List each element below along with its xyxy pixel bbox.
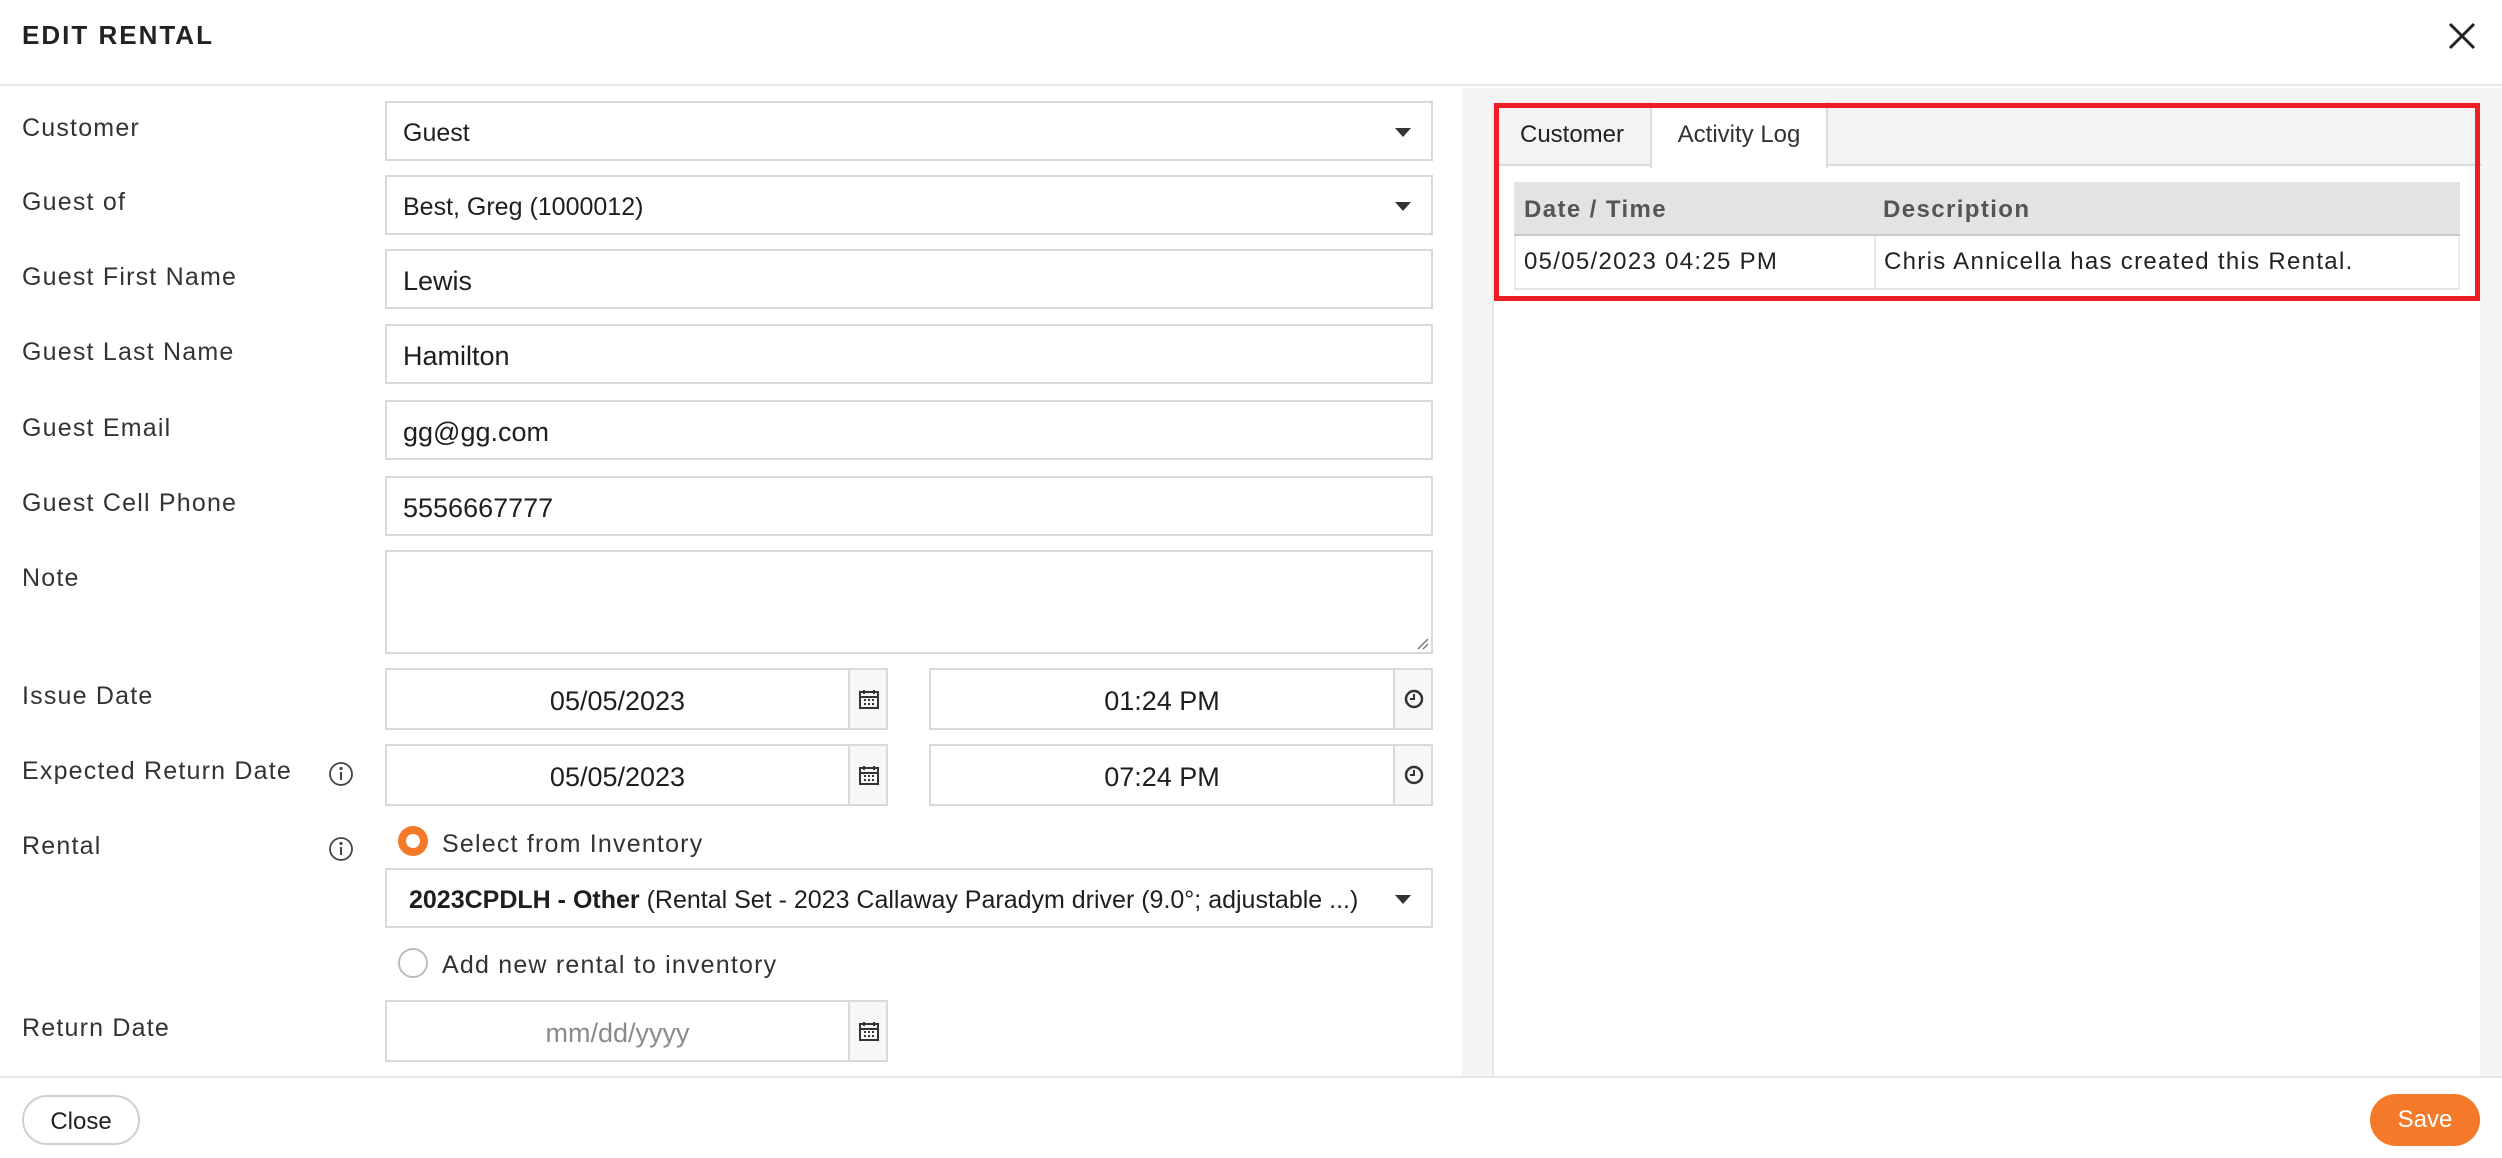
phone-label: Guest Cell Phone	[22, 489, 238, 517]
calendar-icon	[859, 766, 879, 785]
tab-customer[interactable]: Customer	[1494, 102, 1650, 166]
customer-select[interactable]: Guest	[385, 101, 1433, 161]
save-button[interactable]: Save	[2370, 1094, 2480, 1146]
expected-return-date-value: 05/05/2023	[549, 762, 686, 792]
expected-return-time-input[interactable]: 07:24 PM	[929, 744, 1433, 806]
last-name-input[interactable]: Hamilton	[385, 324, 1433, 384]
column-header-datetime: Date / Time	[1524, 196, 1668, 223]
radio-add-new-rental[interactable]	[398, 948, 428, 978]
chevron-down-icon	[1395, 202, 1411, 211]
email-label: Guest Email	[22, 414, 172, 442]
rental-item-select[interactable]: 2023CPDLH - Other (Rental Set - 2023 Cal…	[385, 868, 1433, 928]
column-header-description: Description	[1883, 196, 2031, 223]
radio-select-from-inventory[interactable]	[398, 826, 428, 856]
resize-handle-icon[interactable]	[1415, 636, 1429, 650]
expected-return-time-value: 07:24 PM	[1104, 762, 1220, 792]
issue-date-input[interactable]: 05/05/2023	[385, 668, 888, 730]
clock-icon	[1404, 689, 1424, 709]
note-label: Note	[22, 564, 80, 592]
return-date-placeholder: mm/dd/yyyy	[545, 1018, 690, 1048]
page-title: EDIT RENTAL	[22, 20, 214, 50]
radio-add-new-rental-label: Add new rental to inventory	[442, 951, 778, 979]
info-icon[interactable]	[327, 835, 355, 863]
guest-of-select-value: Best, Greg (1000012)	[403, 193, 644, 221]
note-textarea[interactable]	[385, 550, 1433, 654]
last-name-value: Hamilton	[403, 341, 510, 371]
first-name-label: Guest First Name	[22, 263, 238, 291]
email-input[interactable]: gg@gg.com	[385, 400, 1433, 460]
chevron-down-icon	[1395, 895, 1411, 904]
phone-value: 5556667777	[403, 493, 554, 523]
close-button[interactable]: Close	[22, 1095, 140, 1145]
activity-log-table: Date / Time Description 05/05/2023 04:25…	[1514, 182, 2460, 290]
modal-footer: Close Save	[0, 1076, 2502, 1158]
rental-form: Customer Guest Guest of Best, Greg (1000…	[0, 88, 1462, 1078]
customer-select-value: Guest	[403, 119, 470, 147]
first-name-value: Lewis	[403, 266, 473, 296]
calendar-button[interactable]	[848, 670, 886, 728]
calendar-button[interactable]	[848, 746, 886, 804]
table-row: 05/05/2023 04:25 PM Chris Annicella has …	[1514, 236, 2460, 290]
clock-button[interactable]	[1393, 670, 1431, 728]
guest-of-label: Guest of	[22, 188, 127, 216]
rental-item-value: 2023CPDLH - Other (Rental Set - 2023 Cal…	[409, 886, 1358, 915]
tab-activity-log[interactable]: Activity Log	[1650, 102, 1828, 168]
rental-label: Rental	[22, 832, 102, 860]
info-icon[interactable]	[327, 760, 355, 788]
issue-date-value: 05/05/2023	[549, 686, 686, 716]
modal-header: EDIT RENTAL	[0, 0, 2502, 86]
row-description: Chris Annicella has created this Rental.	[1884, 248, 2354, 275]
row-datetime: 05/05/2023 04:25 PM	[1524, 248, 1779, 275]
clock-icon	[1404, 765, 1424, 785]
email-value: gg@gg.com	[403, 417, 549, 447]
issue-time-input[interactable]: 01:24 PM	[929, 668, 1433, 730]
calendar-icon	[859, 690, 879, 709]
issue-date-label: Issue Date	[22, 682, 154, 710]
customer-label: Customer	[22, 114, 140, 142]
expected-return-label: Expected Return Date	[22, 757, 292, 785]
activity-panel: Customer Activity Log Date / Time Descri…	[1492, 102, 2482, 1078]
last-name-label: Guest Last Name	[22, 338, 235, 366]
clock-button[interactable]	[1393, 746, 1431, 804]
table-header: Date / Time Description	[1514, 182, 2460, 236]
return-date-input[interactable]: mm/dd/yyyy	[385, 1000, 888, 1062]
close-icon[interactable]	[2444, 18, 2480, 54]
radio-select-from-inventory-label: Select from Inventory	[442, 830, 704, 858]
phone-input[interactable]: 5556667777	[385, 476, 1433, 536]
issue-time-value: 01:24 PM	[1104, 686, 1220, 716]
chevron-down-icon	[1395, 128, 1411, 137]
side-panel: Customer Activity Log Date / Time Descri…	[1462, 88, 2502, 1078]
calendar-button[interactable]	[848, 1002, 886, 1060]
rental-item-code: 2023CPDLH - Other	[409, 886, 640, 914]
panel-tabs: Customer Activity Log	[1494, 102, 2482, 168]
expected-return-date-input[interactable]: 05/05/2023	[385, 744, 888, 806]
first-name-input[interactable]: Lewis	[385, 249, 1433, 309]
guest-of-select[interactable]: Best, Greg (1000012)	[385, 175, 1433, 235]
column-divider	[1874, 236, 1876, 288]
rental-item-desc: (Rental Set - 2023 Callaway Paradym driv…	[646, 886, 1359, 914]
calendar-icon	[859, 1022, 879, 1041]
return-date-label: Return Date	[22, 1014, 170, 1042]
